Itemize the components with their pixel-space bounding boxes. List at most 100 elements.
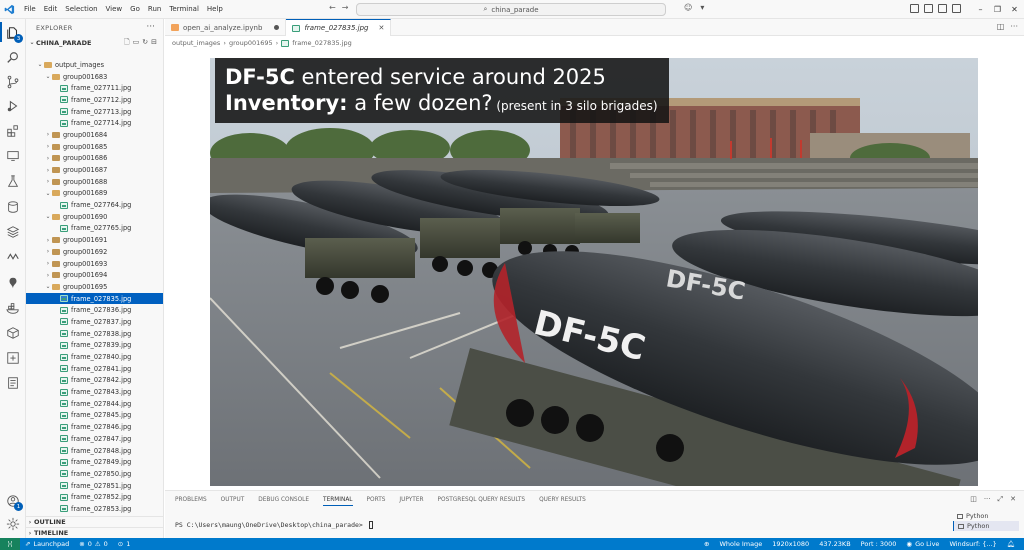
remote-explorer-icon[interactable]	[5, 148, 21, 164]
explorer-icon[interactable]: 3	[5, 25, 23, 43]
extensions-icon[interactable]	[5, 123, 21, 139]
menu-terminal[interactable]: Terminal	[165, 0, 203, 19]
forward-arrow-icon[interactable]: →	[342, 3, 349, 12]
panel-tab-query-results[interactable]: QUERY RESULTS	[539, 497, 586, 506]
folder-tree-item[interactable]: › group001688	[26, 176, 163, 188]
zoom-icon[interactable]: ⊕	[699, 540, 714, 548]
search-view-icon[interactable]	[5, 50, 21, 66]
pin-icon[interactable]	[5, 275, 21, 291]
settings-gear-icon[interactable]	[5, 516, 21, 532]
file-tree-item[interactable]: frame_027852.jpg	[26, 491, 163, 503]
outline-section[interactable]: › OUTLINE	[26, 516, 163, 527]
folder-tree-item[interactable]: › group001684	[26, 129, 163, 141]
file-tree-item[interactable]: frame_027849.jpg	[26, 456, 163, 468]
folder-tree-item[interactable]: ⌄ group001683	[26, 71, 163, 83]
remote-window-icon[interactable]	[5, 350, 21, 366]
chevron-down-icon[interactable]: ▾	[700, 3, 704, 12]
file-tree-item[interactable]: frame_027846.jpg	[26, 421, 163, 433]
customize-layout-icon[interactable]	[952, 4, 961, 13]
folder-tree-item[interactable]: › group001686	[26, 153, 163, 165]
breadcrumb-item[interactable]: group001695	[229, 39, 273, 47]
split-editor-icon[interactable]: ◫	[997, 22, 1005, 31]
windsurf-icon[interactable]	[5, 249, 21, 265]
file-tree-item[interactable]: frame_027840.jpg	[26, 351, 163, 363]
panel-tab-jupyter[interactable]: JUPYTER	[399, 497, 423, 506]
file-tree-item[interactable]: frame_027764.jpg	[26, 199, 163, 211]
problems-item[interactable]: ⊗ 0 ⚠ 0	[74, 540, 113, 548]
ports-item[interactable]: ⊙ 1	[113, 540, 136, 548]
folder-tree-item[interactable]: › group001691	[26, 234, 163, 246]
folder-tree-item[interactable]: › group001687	[26, 164, 163, 176]
back-arrow-icon[interactable]: ←	[329, 3, 336, 12]
folder-tree-item[interactable]: ⌄ output_images	[26, 59, 163, 71]
terminal-instance[interactable]: Python	[953, 521, 1019, 531]
windsurf-status[interactable]: Windsurf: {...}	[944, 540, 1001, 548]
folder-tree-item[interactable]: ⌄ group001695	[26, 281, 163, 293]
more-actions-icon[interactable]: ···	[984, 495, 991, 504]
file-tree-item[interactable]: frame_027851.jpg	[26, 480, 163, 492]
menu-run[interactable]: Run	[144, 0, 165, 19]
panel-tab-ports[interactable]: PORTS	[367, 497, 386, 506]
image-preview[interactable]: DF-5C DF-5C DF-5C entered service around…	[210, 58, 978, 486]
package-icon[interactable]	[5, 325, 21, 341]
panel-tab-terminal[interactable]: TERMINAL	[323, 497, 353, 506]
terminal-instance[interactable]: Python	[953, 511, 1019, 521]
panel-tab-debug-console[interactable]: DEBUG CONSOLE	[258, 497, 309, 506]
file-tree-item[interactable]: frame_027850.jpg	[26, 468, 163, 480]
menu-view[interactable]: View	[102, 0, 127, 19]
breadcrumb-item[interactable]: output_images	[172, 39, 220, 47]
new-folder-icon[interactable]: ▭	[133, 38, 140, 49]
run-debug-icon[interactable]	[5, 98, 21, 114]
file-tree-item[interactable]: frame_027843.jpg	[26, 386, 163, 398]
zoom-mode[interactable]: Whole Image	[714, 540, 767, 548]
file-tree-item[interactable]: frame_027837.jpg	[26, 316, 163, 328]
refresh-icon[interactable]: ↻	[142, 38, 148, 49]
file-tree-item[interactable]: frame_027844.jpg	[26, 398, 163, 410]
panel-tab-problems[interactable]: PROBLEMS	[175, 497, 207, 506]
remote-indicator-icon[interactable]: ⟩⟨	[0, 538, 20, 550]
file-tree-item[interactable]: frame_027845.jpg	[26, 410, 163, 422]
docker-icon[interactable]	[5, 300, 21, 316]
toggle-panel-icon[interactable]	[924, 4, 933, 13]
copilot-icon[interactable]: ☺	[684, 3, 692, 12]
menu-go[interactable]: Go	[126, 0, 144, 19]
port-indicator[interactable]: Port : 3000	[856, 540, 902, 548]
folder-tree-item[interactable]: › group001692	[26, 246, 163, 258]
menu-selection[interactable]: Selection	[61, 0, 101, 19]
file-tree-item[interactable]: frame_027848.jpg	[26, 445, 163, 457]
file-tree-item[interactable]: frame_027712.jpg	[26, 94, 163, 106]
menu-edit[interactable]: Edit	[40, 0, 62, 19]
close-icon[interactable]: ✕	[1006, 5, 1023, 14]
close-tab-icon[interactable]: ✕	[378, 24, 384, 32]
tab-open-ai-analyze[interactable]: open_ai_analyze.ipynb	[165, 19, 287, 36]
split-terminal-icon[interactable]: ◫	[970, 495, 977, 504]
folder-tree-item[interactable]: › group001693	[26, 258, 163, 270]
tab-frame-027835[interactable]: frame_027835.jpg ✕	[286, 19, 392, 36]
launchpad-item[interactable]: ⇗ Launchpad	[20, 540, 74, 548]
file-tree-item[interactable]: frame_027839.jpg	[26, 340, 163, 352]
collapse-all-icon[interactable]: ⊟	[151, 38, 157, 49]
notebook-icon[interactable]	[5, 375, 21, 391]
file-tree-item[interactable]: frame_027713.jpg	[26, 106, 163, 118]
command-center-search[interactable]: ⌕ china_parade	[356, 3, 666, 16]
new-file-icon[interactable]: 🗋	[124, 38, 130, 49]
file-tree-item[interactable]: frame_027853.jpg	[26, 503, 163, 515]
toggle-sidebar-icon[interactable]	[910, 4, 919, 13]
go-live-button[interactable]: ◉ Go Live	[901, 540, 944, 548]
file-tree-item[interactable]: frame_027765.jpg	[26, 223, 163, 235]
toggle-secondary-sidebar-icon[interactable]	[938, 4, 947, 13]
folder-tree-item[interactable]: ⌄ group001689	[26, 188, 163, 200]
menu-help[interactable]: Help	[203, 0, 227, 19]
database-icon[interactable]	[5, 199, 21, 215]
terminal-prompt[interactable]: PS C:\Users\maung\OneDrive\Desktop\china…	[175, 521, 373, 529]
source-control-icon[interactable]	[5, 74, 21, 90]
folder-tree-item[interactable]: ⌄ group001690	[26, 211, 163, 223]
folder-tree-item[interactable]: › group001694	[26, 269, 163, 281]
file-tree-item[interactable]: frame_027838.jpg	[26, 328, 163, 340]
folder-tree-item[interactable]: › group001685	[26, 141, 163, 153]
more-actions-icon[interactable]: ···	[146, 22, 155, 32]
panel-tab-output[interactable]: OUTPUT	[221, 497, 245, 506]
close-panel-icon[interactable]: ✕	[1010, 495, 1016, 504]
modified-dot-icon[interactable]	[274, 25, 280, 30]
more-actions-icon[interactable]: ···	[1010, 22, 1018, 31]
